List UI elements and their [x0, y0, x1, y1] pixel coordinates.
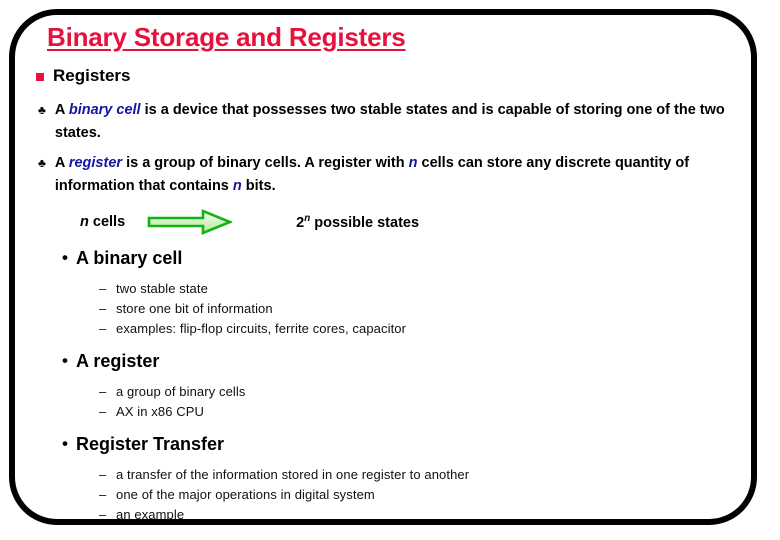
diagram-left-text: cells — [88, 214, 126, 230]
outline-subitem: – two stable state — [99, 279, 780, 299]
club-suit-bullet-icon: ♣ — [38, 156, 46, 170]
outline-subitem: – examples: flip-flop circuits, ferrite … — [99, 319, 780, 339]
outline-subitem-label: one of the major operations in digital s… — [116, 487, 375, 502]
definition-text-register: A register is a group of binary cells. A… — [55, 152, 728, 198]
outline-subitem-label: a transfer of the information stored in … — [116, 467, 470, 482]
red-square-bullet-icon — [36, 73, 44, 81]
section-heading-row: Registers — [36, 66, 130, 86]
dot-bullet-icon: • — [62, 248, 68, 267]
definition-emphasis-binary-cell: binary cell — [68, 102, 141, 118]
diagram-right-text: possible states — [310, 214, 420, 231]
definition-rest-c: bits. — [241, 178, 276, 194]
dash-bullet-icon: – — [99, 487, 107, 502]
outline-subitem: – an example — [99, 505, 780, 525]
definition-rest-a: is a group of binary cells. A register w… — [122, 155, 409, 171]
outline-subitem-label: a group of binary cells — [116, 384, 246, 399]
outline-subitem: – store one bit of information — [99, 299, 780, 319]
outline-heading-register-transfer: • Register Transfer — [62, 431, 780, 457]
outline-subitem-label: store one bit of information — [116, 301, 273, 316]
diagram-left-label: n cells — [80, 214, 125, 230]
outline-subitem: – one of the major operations in digital… — [99, 485, 780, 505]
outline-subitem: – a transfer of the information stored i… — [99, 465, 780, 485]
outline-subitem-label: AX in x86 CPU — [116, 404, 205, 419]
variable-n-second: n — [232, 178, 242, 194]
section-heading-label: Registers — [53, 66, 131, 85]
outline-heading-a-binary-cell: • A binary cell — [62, 245, 780, 271]
dash-bullet-icon: – — [99, 301, 107, 316]
definition-lead: A — [54, 102, 69, 118]
dash-bullet-icon: – — [99, 467, 107, 482]
dash-bullet-icon: – — [99, 404, 107, 419]
definition-row-register: ♣ A register is a group of binary cells.… — [38, 152, 728, 198]
definition-lead: A — [54, 155, 69, 171]
definition-emphasis-register: register — [68, 155, 123, 171]
slide-content: Binary Storage and Registers Registers ♣… — [0, 0, 780, 540]
outline-heading-label: A register — [76, 351, 160, 371]
green-block-arrow-right-icon — [147, 209, 234, 235]
definition-rest: is a device that possesses two stable st… — [54, 102, 725, 141]
dash-bullet-icon: – — [99, 281, 107, 296]
outline-list: • A binary cell – two stable state – sto… — [0, 245, 780, 525]
diagram-right-label: 2n possible states — [296, 213, 419, 231]
outline-subitem: – a group of binary cells — [99, 382, 780, 402]
outline-subitem-label: an example — [116, 507, 185, 522]
diagram-right-base: 2 — [296, 214, 305, 231]
dash-bullet-icon: – — [99, 384, 107, 399]
diagram-left-variable: n — [80, 214, 89, 230]
dot-bullet-icon: • — [62, 351, 68, 370]
page-title: Binary Storage and Registers — [47, 22, 406, 52]
club-suit-bullet-icon: ♣ — [38, 103, 46, 117]
definition-text-binary-cell: A binary cell is a device that possesses… — [55, 99, 728, 145]
outline-subitem-label: two stable state — [116, 281, 208, 296]
dash-bullet-icon: – — [99, 507, 107, 522]
dot-bullet-icon: • — [62, 434, 68, 453]
outline-heading-label: A binary cell — [76, 248, 183, 268]
dash-bullet-icon: – — [99, 321, 107, 336]
outline-subitem-label: examples: flip-flop circuits, ferrite co… — [116, 321, 407, 336]
outline-heading-label: Register Transfer — [76, 434, 225, 454]
slide-canvas: Binary Storage and Registers Registers ♣… — [0, 0, 780, 540]
outline-subitem: – AX in x86 CPU — [99, 402, 780, 422]
capacity-diagram: n cells 2n possible states — [80, 209, 419, 235]
outline-heading-a-register: • A register — [62, 348, 780, 374]
definition-row-binary-cell: ♣ A binary cell is a device that possess… — [38, 99, 728, 145]
